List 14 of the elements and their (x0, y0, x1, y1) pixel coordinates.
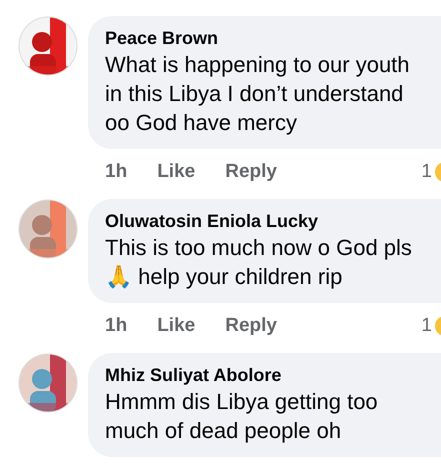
reply-link[interactable]: Reply (225, 161, 277, 183)
timestamp: 1h (105, 315, 128, 337)
timestamp: 1h (105, 161, 128, 183)
reaction-count[interactable]: 1 (421, 315, 432, 337)
reply-link[interactable]: Reply (225, 315, 277, 337)
comment-text: What is happening to our youth in this Libya I don’t understand oo God have mercy (105, 51, 411, 137)
author-name[interactable]: Peace Brown (105, 26, 441, 50)
comment-text: Hmmm dis Libya getting too much of dead people oh (105, 388, 379, 445)
like-link[interactable]: Like (157, 161, 196, 183)
comment-text: This is too much now o God pls 🙏 help your children rip (105, 234, 413, 291)
reaction-count[interactable]: 1 (421, 161, 432, 183)
like-link[interactable]: Like (157, 315, 196, 337)
author-name[interactable]: Oluwatosin Eniola Lucky (105, 209, 441, 233)
author-name[interactable]: Mhiz Suliyat Abolore (105, 363, 441, 387)
